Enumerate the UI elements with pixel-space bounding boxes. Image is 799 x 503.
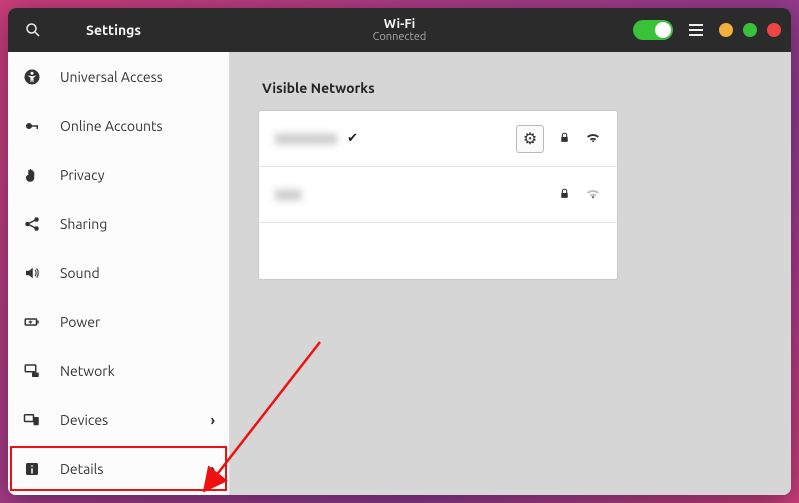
- cloud-key-icon: [22, 117, 42, 135]
- sidebar-item-details[interactable]: Details ›: [8, 444, 229, 493]
- sidebar-item-online-accounts[interactable]: Online Accounts: [8, 101, 229, 150]
- page-title-sub: Connected: [373, 31, 427, 43]
- section-title: Visible Networks: [262, 80, 763, 96]
- minimize-button[interactable]: [719, 23, 733, 37]
- lock-icon: [558, 130, 571, 148]
- sidebar-item-label: Network: [60, 363, 115, 379]
- sidebar-item-label: Devices: [60, 412, 108, 428]
- accessibility-icon: [22, 68, 42, 86]
- share-icon: [22, 215, 42, 233]
- connected-check-icon: ✔: [347, 131, 358, 146]
- app-title: Settings: [86, 22, 141, 38]
- devices-icon: [22, 411, 42, 429]
- settings-window: Settings Wi-Fi Connected Univers: [8, 8, 791, 495]
- sidebar-item-label: Power: [60, 314, 100, 330]
- sidebar-item-label: Sound: [60, 265, 100, 281]
- sidebar-item-label: Online Accounts: [60, 118, 163, 134]
- wifi-signal-icon: [585, 129, 601, 149]
- network-icon: [22, 362, 42, 380]
- content-pane: Visible Networks XXXXXXX ✔ ⚙: [230, 52, 791, 495]
- titlebar: Settings Wi-Fi Connected: [8, 8, 791, 52]
- sidebar-item-label: Universal Access: [60, 69, 163, 85]
- hand-icon: [22, 166, 42, 184]
- maximize-button[interactable]: [743, 23, 757, 37]
- sidebar-item-label: Details: [60, 461, 103, 477]
- sidebar-item-power[interactable]: Power: [8, 297, 229, 346]
- search-button[interactable]: [18, 15, 48, 45]
- info-icon: [22, 460, 42, 478]
- sidebar-item-sharing[interactable]: Sharing: [8, 199, 229, 248]
- chevron-right-icon: ›: [211, 461, 215, 477]
- network-row[interactable]: XXXXXXX ✔ ⚙: [259, 111, 617, 167]
- wifi-toggle[interactable]: [633, 20, 673, 40]
- network-settings-button[interactable]: ⚙: [516, 125, 544, 153]
- sidebar-item-devices[interactable]: Devices ›: [8, 395, 229, 444]
- gear-icon: ⚙: [523, 129, 537, 148]
- list-spacer: [259, 223, 617, 279]
- close-button[interactable]: [767, 23, 781, 37]
- sidebar-item-privacy[interactable]: Privacy: [8, 150, 229, 199]
- sidebar-item-label: Privacy: [60, 167, 104, 183]
- battery-icon: [22, 313, 42, 331]
- page-title: Wi-Fi Connected: [373, 17, 427, 43]
- search-icon: [24, 21, 42, 39]
- body: Universal Access Online Accounts Privacy: [8, 52, 791, 495]
- hamburger-icon: [689, 29, 703, 31]
- speaker-icon: [22, 264, 42, 282]
- sidebar-item-universal-access[interactable]: Universal Access: [8, 52, 229, 101]
- menu-button[interactable]: [683, 17, 709, 43]
- lock-icon: [558, 186, 571, 204]
- sidebar-list: Universal Access Online Accounts Privacy: [8, 52, 229, 493]
- sidebar-item-sound[interactable]: Sound: [8, 248, 229, 297]
- chevron-right-icon: ›: [211, 412, 215, 428]
- toggle-knob: [655, 22, 671, 38]
- network-list: XXXXXXX ✔ ⚙ XXX: [258, 110, 618, 280]
- network-ssid: XXX: [275, 187, 301, 203]
- sidebar-item-label: Sharing: [60, 216, 107, 232]
- network-row[interactable]: XXX: [259, 167, 617, 223]
- sidebar: Universal Access Online Accounts Privacy: [8, 52, 230, 495]
- wifi-signal-weak-icon: [585, 185, 601, 205]
- sidebar-item-network[interactable]: Network: [8, 346, 229, 395]
- page-title-main: Wi-Fi: [373, 17, 427, 31]
- network-ssid: XXXXXXX: [275, 131, 337, 147]
